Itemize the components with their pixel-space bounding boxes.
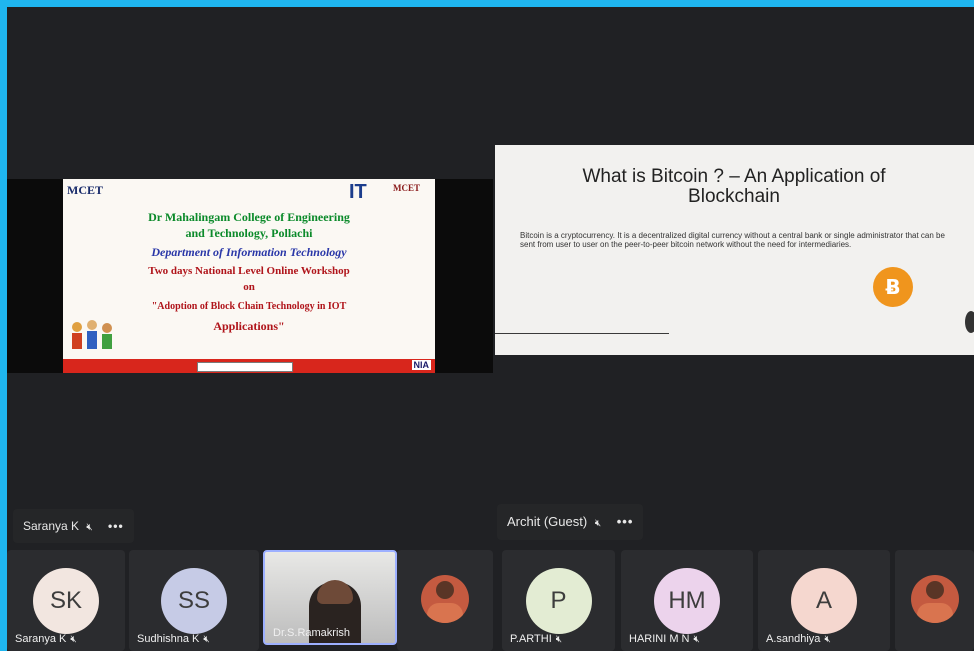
mic-off-icon: 🔇︎ <box>70 634 77 645</box>
avatar: SK <box>33 568 99 634</box>
mic-off-icon: 🔇︎ <box>555 634 563 645</box>
avatar: SS <box>161 568 227 634</box>
participant-tile[interactable]: P P.ARTHI 🔇︎ <box>502 550 615 651</box>
department-name: Department of Information Technology <box>151 245 347 259</box>
mic-off-icon: 🔇︎ <box>824 634 831 645</box>
slide-title-line1: What is Bitcoin ? – An Application of <box>582 166 886 187</box>
slide-footer: NIA <box>63 359 435 373</box>
more-options-icon[interactable]: ••• <box>108 519 124 533</box>
workshop-title: Two days National Level Online Workshop <box>148 265 350 277</box>
nia-logo: NIA <box>411 360 431 370</box>
presenter-name: Archit (Guest) <box>507 514 588 529</box>
avatar: A <box>791 568 857 634</box>
it-logo: IT <box>349 181 367 203</box>
slide-divider <box>495 333 669 334</box>
presenter-name-chip[interactable]: Archit (Guest) 🔇︎ ••• <box>497 504 644 540</box>
slide-body-text: Bitcoin is a cryptocurrency. It is a dec… <box>520 231 945 249</box>
mcet-logo-left: MCET <box>67 183 103 197</box>
avatar: HM <box>654 568 720 634</box>
avatar: P <box>525 568 592 634</box>
participant-tile[interactable]: SK Saranya K 🔇︎ <box>7 550 125 651</box>
bitcoin-icon: Ƀ <box>873 267 913 307</box>
left-meeting-pane: MCET IT MCET Dr Mahalingam College of En… <box>7 7 493 651</box>
mic-off-icon: 🔇︎ <box>86 522 93 533</box>
meeting-window: MCET IT MCET Dr Mahalingam College of En… <box>7 7 974 651</box>
mic-off-icon: 🔇︎ <box>203 634 210 645</box>
right-meeting-pane: What is Bitcoin ? – An Application of Bl… <box>495 7 974 651</box>
slide-footer-box <box>197 362 293 372</box>
on-label: on <box>243 281 255 293</box>
participant-name: A.sandhiya <box>766 633 821 645</box>
topic-line1: "Adoption of Block Chain Technology in I… <box>151 301 347 312</box>
participant-video-tile[interactable]: Dr.S.Ramakrish <box>263 550 397 645</box>
workshop-slide: MCET IT MCET Dr Mahalingam College of En… <box>63 179 435 373</box>
participant-tile[interactable]: A A.sandhiya 🔇︎ <box>758 550 890 651</box>
presenter-name-chip[interactable]: Saranya K 🔇︎ ••• <box>13 509 134 543</box>
topic-line2: Applications" <box>213 319 285 333</box>
slide-title-line2: Blockchain <box>688 186 780 207</box>
college-name-line2: and Technology, Pollachi <box>185 226 313 240</box>
college-name-line1: Dr Mahalingam College of Engineering <box>148 210 350 224</box>
participant-name: HARINI M N <box>629 633 690 645</box>
people-illustration-icon <box>72 320 112 349</box>
mcet-logo-right: MCET <box>393 183 420 193</box>
participant-tile[interactable]: SS Sudhishna K 🔇︎ <box>129 550 259 651</box>
participant-name: Dr.S.Ramakrish <box>273 627 351 639</box>
participant-photo <box>910 575 959 623</box>
participant-name: P.ARTHI <box>510 633 552 645</box>
participant-photo <box>421 575 469 623</box>
shared-screen-left: MCET IT MCET Dr Mahalingam College of En… <box>7 179 493 373</box>
slide-title: What is Bitcoin ? – An Application of Bl… <box>525 167 943 207</box>
participant-tile[interactable] <box>397 550 493 651</box>
participant-name: Sudhishna K <box>137 633 200 645</box>
presenter-name: Saranya K <box>23 519 80 533</box>
mic-off-icon: 🔇︎ <box>594 518 602 529</box>
shared-screen-right: What is Bitcoin ? – An Application of Bl… <box>495 145 974 355</box>
participant-tile[interactable]: HM HARINI M N 🔇︎ <box>621 550 753 651</box>
participant-name: Saranya K <box>15 633 67 645</box>
slide-pointer-icon <box>965 311 974 333</box>
more-options-icon[interactable]: ••• <box>617 514 634 529</box>
participant-tile[interactable] <box>895 550 974 651</box>
mic-off-icon: 🔇︎ <box>693 634 700 645</box>
